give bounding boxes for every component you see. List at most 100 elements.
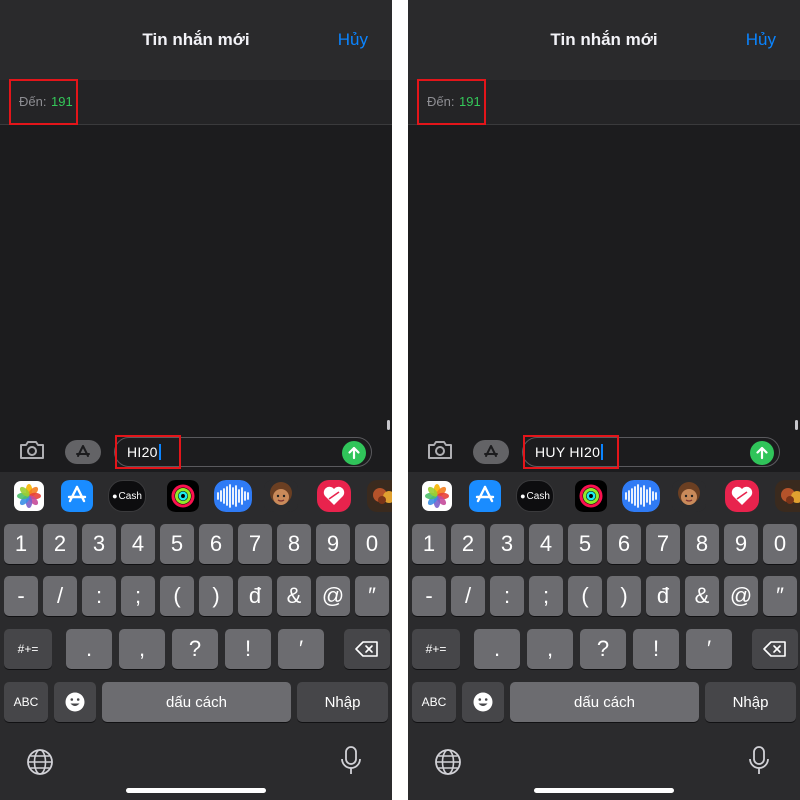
camera-button[interactable] <box>427 440 453 460</box>
key-symbol-8[interactable]: & <box>685 576 719 616</box>
key-symbol-9[interactable]: @ <box>724 576 758 616</box>
more-symbols-key[interactable]: #+= <box>412 629 460 669</box>
emoji-key[interactable] <box>462 682 504 722</box>
key-8[interactable]: 8 <box>685 524 719 564</box>
key-5[interactable]: 5 <box>160 524 194 564</box>
cancel-button[interactable]: Hủy <box>338 30 368 50</box>
key-4[interactable]: 4 <box>121 524 155 564</box>
microphone-icon[interactable] <box>340 746 362 776</box>
key-symbol-2[interactable]: / <box>451 576 485 616</box>
key-symbol-9[interactable]: @ <box>316 576 350 616</box>
key-7[interactable]: 7 <box>646 524 680 564</box>
memoji-icon[interactable] <box>262 480 300 512</box>
send-button[interactable] <box>750 441 774 465</box>
stickers-icon[interactable] <box>773 480 800 512</box>
globe-icon[interactable] <box>434 748 462 776</box>
activity-icon[interactable] <box>572 480 610 512</box>
space-key[interactable]: dấu cách <box>102 682 291 722</box>
key-4[interactable]: 4 <box>529 524 563 564</box>
key-7[interactable]: 7 <box>238 524 272 564</box>
key-punct-4[interactable]: ! <box>633 629 679 669</box>
space-key[interactable]: dấu cách <box>510 682 699 722</box>
key-symbol-3[interactable]: : <box>490 576 524 616</box>
abc-key[interactable]: ABC <box>412 682 456 722</box>
abc-key[interactable]: ABC <box>4 682 48 722</box>
key-0[interactable]: 0 <box>355 524 389 564</box>
key-3[interactable]: 3 <box>82 524 116 564</box>
key-symbol-6[interactable]: ) <box>607 576 641 616</box>
message-thread <box>0 125 392 430</box>
key-5[interactable]: 5 <box>568 524 602 564</box>
memoji-icon[interactable] <box>670 480 708 512</box>
app-store-button[interactable] <box>473 440 509 464</box>
key-symbol-3[interactable]: : <box>82 576 116 616</box>
digital-touch-icon[interactable] <box>723 480 761 512</box>
audio-message-icon[interactable] <box>622 480 660 512</box>
key-punct-2[interactable]: , <box>119 629 165 669</box>
audio-message-icon[interactable] <box>214 480 252 512</box>
key-punct-2[interactable]: , <box>527 629 573 669</box>
key-3[interactable]: 3 <box>490 524 524 564</box>
key-punct-5[interactable]: ′ <box>278 629 324 669</box>
key-symbol-10[interactable]: ″ <box>763 576 797 616</box>
navigation-bar: Tin nhắn mới Hủy <box>408 0 800 80</box>
key-9[interactable]: 9 <box>316 524 350 564</box>
key-symbol-2[interactable]: / <box>43 576 77 616</box>
app-store-button[interactable] <box>65 440 101 464</box>
key-symbol-7[interactable]: đ <box>238 576 272 616</box>
key-symbol-5[interactable]: ( <box>568 576 602 616</box>
key-0[interactable]: 0 <box>763 524 797 564</box>
scroll-indicator[interactable] <box>387 420 390 430</box>
key-2[interactable]: 2 <box>451 524 485 564</box>
navigation-bar: Tin nhắn mới Hủy <box>0 0 392 80</box>
globe-icon[interactable] <box>26 748 54 776</box>
scroll-indicator[interactable] <box>795 420 798 430</box>
digital-touch-icon[interactable] <box>315 480 353 512</box>
key-2[interactable]: 2 <box>43 524 77 564</box>
apple-cash-label: Cash <box>118 490 142 502</box>
emoji-key[interactable] <box>54 682 96 722</box>
key-symbol-1[interactable]: - <box>412 576 446 616</box>
key-punct-1[interactable]: . <box>474 629 520 669</box>
apple-cash-icon[interactable]: ● Cash <box>516 480 554 512</box>
key-punct-1[interactable]: . <box>66 629 112 669</box>
key-9[interactable]: 9 <box>724 524 758 564</box>
microphone-icon[interactable] <box>748 746 770 776</box>
key-symbol-4[interactable]: ; <box>121 576 155 616</box>
camera-button[interactable] <box>19 440 45 460</box>
photos-app-icon[interactable] <box>10 480 48 512</box>
backspace-key[interactable] <box>752 629 798 669</box>
key-symbol-7[interactable]: đ <box>646 576 680 616</box>
return-key[interactable]: Nhập <box>705 682 796 722</box>
key-symbol-6[interactable]: ) <box>199 576 233 616</box>
key-6[interactable]: 6 <box>199 524 233 564</box>
key-symbol-1[interactable]: - <box>4 576 38 616</box>
camera-icon <box>20 441 44 459</box>
phone-screen: Tin nhắn mới Hủy Đến: 191 HI20 ● Cash 1 2 3 4 5 6 7 8 9… <box>0 0 392 800</box>
return-key[interactable]: Nhập <box>297 682 388 722</box>
send-button[interactable] <box>342 441 366 465</box>
key-6[interactable]: 6 <box>607 524 641 564</box>
key-symbol-5[interactable]: ( <box>160 576 194 616</box>
key-symbol-4[interactable]: ; <box>529 576 563 616</box>
photos-app-icon[interactable] <box>418 480 456 512</box>
key-punct-5[interactable]: ′ <box>686 629 732 669</box>
input-bar: HI20 <box>0 432 392 472</box>
key-1[interactable]: 1 <box>4 524 38 564</box>
activity-icon[interactable] <box>164 480 202 512</box>
app-store-icon[interactable] <box>466 480 504 512</box>
stickers-icon[interactable] <box>365 480 392 512</box>
app-store-icon[interactable] <box>58 480 96 512</box>
key-symbol-10[interactable]: ″ <box>355 576 389 616</box>
key-punct-4[interactable]: ! <box>225 629 271 669</box>
key-punct-3[interactable]: ? <box>580 629 626 669</box>
key-1[interactable]: 1 <box>412 524 446 564</box>
key-symbol-8[interactable]: & <box>277 576 311 616</box>
apple-cash-icon[interactable]: ● Cash <box>108 480 146 512</box>
backspace-key[interactable] <box>344 629 390 669</box>
key-8[interactable]: 8 <box>277 524 311 564</box>
key-punct-3[interactable]: ? <box>172 629 218 669</box>
more-symbols-key[interactable]: #+= <box>4 629 52 669</box>
emoji-icon <box>473 692 493 712</box>
cancel-button[interactable]: Hủy <box>746 30 776 50</box>
